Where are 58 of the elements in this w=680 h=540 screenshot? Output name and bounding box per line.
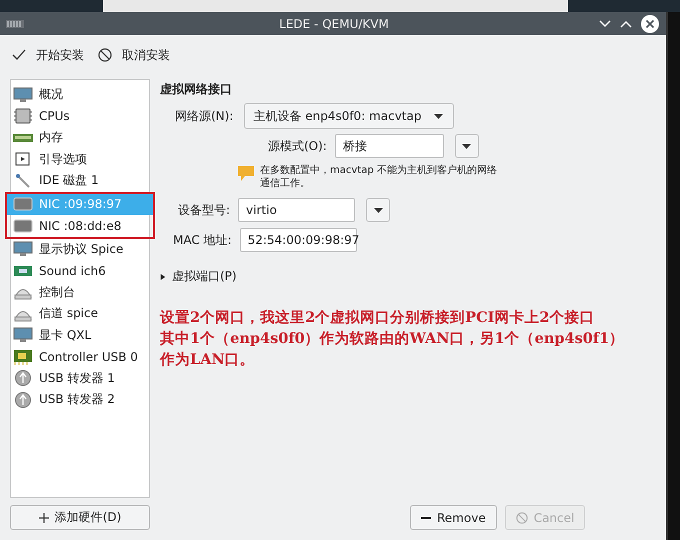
- cpu-icon: [13, 108, 33, 124]
- annotation-text: 作为LAN口。: [160, 350, 256, 370]
- section-title: 虚拟网络接口: [160, 81, 233, 98]
- hardware-item[interactable]: 信道 spice: [11, 303, 149, 324]
- mac-address-field[interactable]: 52:54:00:09:98:97: [240, 228, 357, 252]
- device-model-field[interactable]: virtio: [238, 198, 356, 222]
- annotation-text: 其中1个（enp4s0f0）作为软路由的WAN口，另1个（enp4s0f1）: [160, 329, 626, 349]
- hardware-item[interactable]: 显示协议 Spice: [11, 238, 149, 260]
- dropdown-arrow-icon: [434, 114, 444, 118]
- maximize-icon[interactable]: [620, 20, 632, 28]
- field-label: MAC 地址:: [173, 232, 232, 248]
- network-source-dropdown[interactable]: 主机设备 enp4s0f0: macvtap: [244, 103, 454, 129]
- app-icon: [6, 20, 24, 28]
- hardware-item[interactable]: Controller USB 0: [11, 346, 149, 368]
- toolbar-button[interactable]: 开始安装: [12, 46, 84, 64]
- dropdown-arrow-icon: [374, 208, 383, 212]
- nic-icon: [13, 196, 33, 212]
- toolbar-button[interactable]: 取消安装: [98, 46, 170, 64]
- hardware-item[interactable]: 引导选项: [11, 148, 149, 170]
- monitor-icon: [13, 241, 33, 258]
- monitor-icon: [13, 327, 33, 344]
- field-label: 网络源(N):: [175, 108, 234, 124]
- usb-icon: [13, 370, 33, 386]
- warning-text: 在多数配置中，macvtap 不能为主机到客户机的网络通信工作。: [260, 164, 498, 190]
- monitor-icon: [13, 86, 33, 103]
- hardware-item[interactable]: USB 转发器 2: [11, 389, 149, 410]
- remove-button[interactable]: Remove: [410, 505, 497, 530]
- expander-icon: [160, 272, 166, 280]
- hardware-item[interactable]: CPUs: [11, 106, 149, 127]
- hardware-item[interactable]: 内存: [11, 127, 149, 148]
- cancel-icon: [516, 512, 528, 524]
- controller-icon: [13, 348, 33, 365]
- dropdown-button[interactable]: [454, 134, 479, 158]
- minus-icon: [421, 516, 431, 518]
- virtual-port-expander[interactable]: 虚拟端口(P): [160, 268, 237, 285]
- cancel-icon: [98, 48, 112, 62]
- nic-icon: [13, 218, 33, 234]
- hardware-item[interactable]: 控制台: [11, 282, 149, 303]
- hardware-item[interactable]: IDE 磁盘 1: [11, 170, 149, 192]
- source-mode-field[interactable]: 桥接: [334, 134, 444, 158]
- minimize-icon[interactable]: [599, 20, 611, 28]
- plus-icon: [38, 512, 49, 522]
- hardware-item[interactable]: Sound ich6: [11, 260, 149, 282]
- usb-icon: [13, 392, 33, 408]
- dropdown-button[interactable]: [366, 198, 390, 222]
- annotation-text: 设置2个网口，我这里2个虚拟网口分别桥接到PCI网卡上2个接口: [160, 308, 596, 328]
- check-icon: [12, 49, 26, 61]
- dropdown-arrow-icon: [462, 144, 472, 148]
- hardware-item[interactable]: USB 转发器 1: [11, 368, 149, 389]
- close-icon[interactable]: [641, 14, 659, 32]
- add-hardware-button[interactable]: 添加硬件(D): [10, 505, 150, 530]
- window-title: LEDE - QEMU/KVM: [278, 16, 390, 30]
- hardware-item[interactable]: 显卡 QXL: [11, 324, 149, 346]
- hardware-item[interactable]: 概况: [11, 84, 149, 106]
- field-label: 源模式(O):: [268, 138, 327, 154]
- hardware-item[interactable]: NIC :08:dd:e8: [5, 215, 155, 238]
- warning-icon: [238, 164, 254, 182]
- field-label: 设备型号:: [178, 202, 230, 218]
